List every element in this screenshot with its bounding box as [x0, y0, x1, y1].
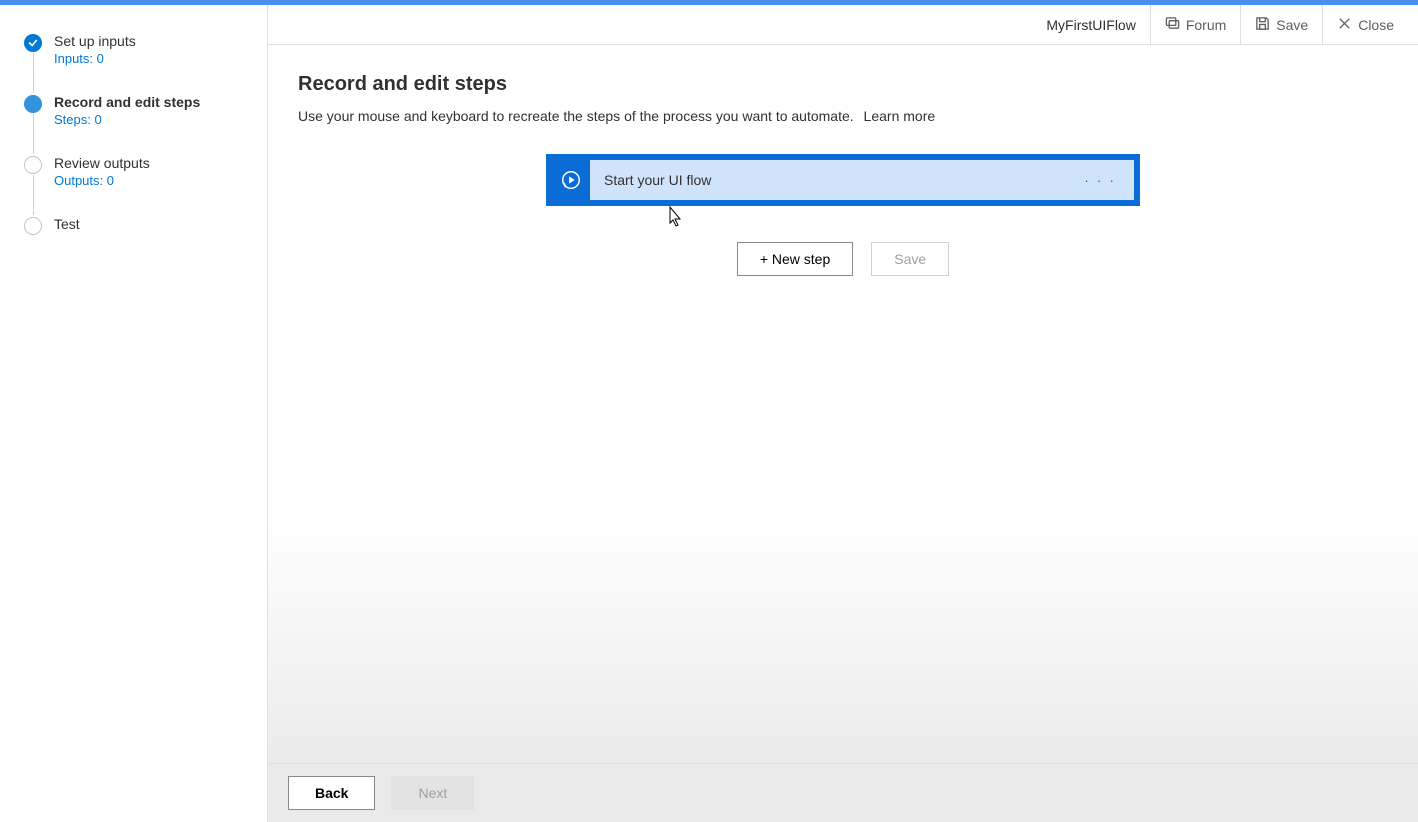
- page-description: Use your mouse and keyboard to recreate …: [298, 108, 1388, 124]
- page-header: MyFirstUIFlow Forum Save Close: [268, 5, 1418, 45]
- close-button[interactable]: Close: [1322, 5, 1408, 45]
- main-panel: MyFirstUIFlow Forum Save Close: [268, 5, 1418, 822]
- play-icon: [552, 160, 590, 200]
- check-icon: [24, 34, 42, 52]
- flow-step-card[interactable]: Start your UI flow · · ·: [546, 154, 1140, 206]
- wizard-footer: Back Next: [268, 763, 1418, 822]
- close-icon: [1337, 16, 1352, 34]
- back-button[interactable]: Back: [288, 776, 375, 810]
- forum-button[interactable]: Forum: [1150, 5, 1240, 45]
- next-button: Next: [391, 776, 474, 810]
- step-sub[interactable]: Outputs: 0: [54, 173, 267, 188]
- step-title: Set up inputs: [54, 33, 267, 49]
- flow-name: MyFirstUIFlow: [1032, 17, 1149, 33]
- header-save-button[interactable]: Save: [1240, 5, 1322, 45]
- more-icon[interactable]: · · ·: [1084, 172, 1116, 188]
- step-test[interactable]: Test: [24, 216, 267, 232]
- step-connector: [33, 114, 34, 154]
- step-sub[interactable]: Inputs: 0: [54, 51, 267, 66]
- step-title: Review outputs: [54, 155, 267, 171]
- pending-step-icon: [24, 217, 42, 235]
- save-icon: [1255, 16, 1270, 34]
- pending-step-icon: [24, 156, 42, 174]
- close-label: Close: [1358, 17, 1394, 33]
- app-frame: Set up inputs Inputs: 0 Record and edit …: [0, 5, 1418, 822]
- wizard-sidebar: Set up inputs Inputs: 0 Record and edit …: [0, 5, 268, 822]
- flow-step-label: Start your UI flow: [590, 160, 1134, 200]
- step-setup-inputs[interactable]: Set up inputs Inputs: 0: [24, 33, 267, 66]
- forum-label: Forum: [1186, 17, 1226, 33]
- step-connector: [33, 53, 34, 93]
- step-review-outputs[interactable]: Review outputs Outputs: 0: [24, 155, 267, 188]
- flow-action-row: + New step Save: [737, 242, 949, 276]
- step-record-edit[interactable]: Record and edit steps Steps: 0: [24, 94, 267, 127]
- page-desc-text: Use your mouse and keyboard to recreate …: [298, 108, 854, 124]
- page-title: Record and edit steps: [298, 73, 1388, 96]
- save-flow-button: Save: [871, 242, 949, 276]
- new-step-button[interactable]: + New step: [737, 242, 853, 276]
- step-sub[interactable]: Steps: 0: [54, 112, 267, 127]
- forum-icon: [1165, 16, 1180, 34]
- learn-more-link[interactable]: Learn more: [864, 108, 936, 124]
- step-title: Record and edit steps: [54, 94, 267, 110]
- save-label: Save: [1276, 17, 1308, 33]
- content-area: Record and edit steps Use your mouse and…: [268, 45, 1418, 763]
- step-title: Test: [54, 216, 267, 232]
- step-connector: [33, 175, 34, 215]
- active-step-icon: [24, 95, 42, 113]
- flow-canvas: Start your UI flow · · · + New step Save: [298, 154, 1388, 763]
